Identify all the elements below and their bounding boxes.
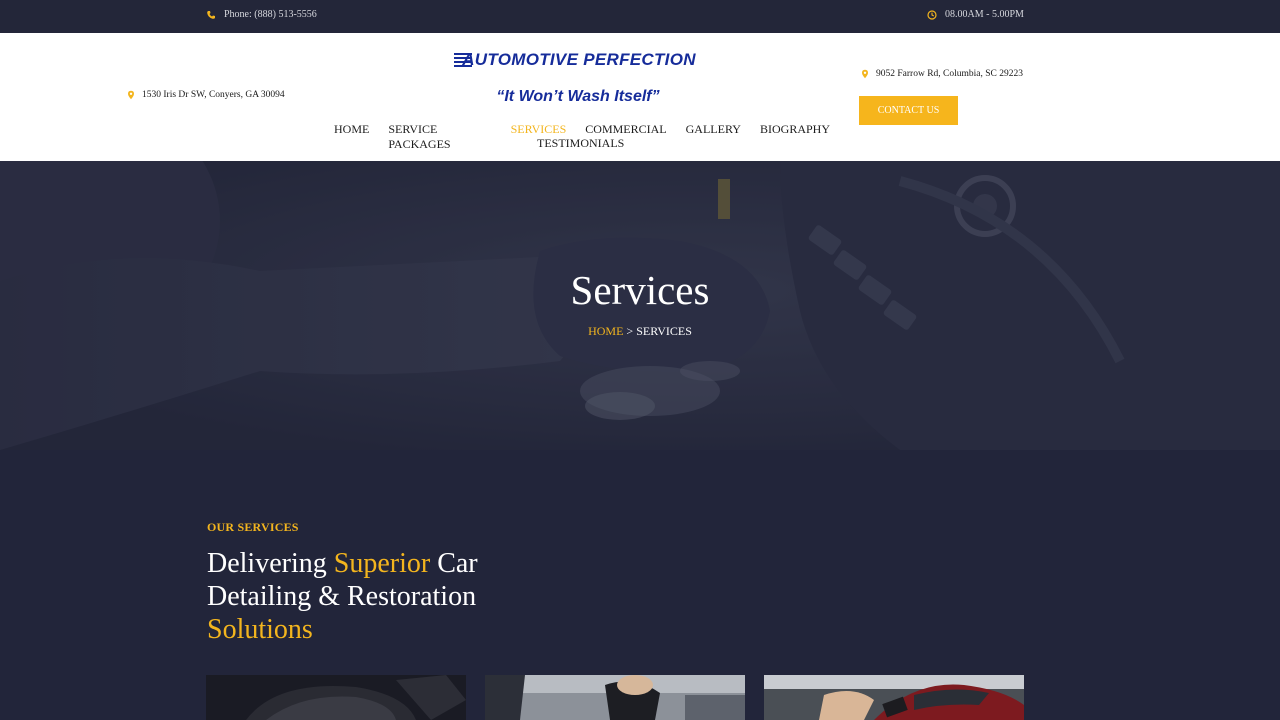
contact-us-button[interactable]: CONTACT US	[859, 96, 958, 125]
hero-banner: Services HOME > SERVICES	[0, 161, 1280, 450]
page-title: Services	[570, 267, 710, 313]
breadcrumb-current: SERVICES	[636, 324, 692, 338]
service-card-image	[764, 675, 1024, 720]
location-pin-icon	[126, 90, 136, 100]
phone-text: Phone: (888) 513-5556	[224, 9, 317, 20]
site-tagline: “It Won’t Wash Itself”	[496, 88, 660, 105]
breadcrumb: HOME > SERVICES	[0, 324, 1280, 339]
breadcrumb-separator: >	[623, 324, 637, 338]
logo-text: AUTOMOTIVE PERFECTION	[462, 50, 696, 69]
nav-testimonials[interactable]: TESTIMONIALS	[537, 136, 624, 151]
heading-highlight-1: Superior	[333, 548, 431, 579]
hours-info: 08.00AM - 5.00PM	[927, 9, 1024, 20]
phone-info[interactable]: Phone: (888) 513-5556	[206, 9, 317, 20]
address-right-text: 9052 Farrow Rd, Columbia, SC 29223	[876, 69, 1023, 79]
section-heading: Delivering Superior Car Detailing & Rest…	[207, 547, 527, 646]
hours-text: 08.00AM - 5.00PM	[945, 9, 1024, 20]
breadcrumb-home-link[interactable]: HOME	[588, 324, 623, 338]
heading-text-1: Delivering	[207, 548, 334, 579]
service-card-exterior[interactable]	[485, 675, 745, 720]
site-header: 1530 Iris Dr SW, Conyers, GA 30094 AUTOM…	[0, 33, 1280, 161]
nav-home[interactable]: HOME	[334, 122, 369, 152]
nav-gallery[interactable]: GALLERY	[686, 122, 741, 152]
section-eyebrow: OUR SERVICES	[207, 520, 299, 534]
nav-service-packages[interactable]: SERVICE PACKAGES	[388, 122, 491, 152]
main-nav: HOME SERVICE PACKAGES SERVICES COMMERCIA…	[330, 122, 830, 152]
top-bar: Phone: (888) 513-5556 08.00AM - 5.00PM	[0, 0, 1280, 33]
logo-speed-lines	[454, 53, 472, 67]
address-left: 1530 Iris Dr SW, Conyers, GA 30094	[126, 90, 285, 100]
heading-highlight-2: Solutions	[207, 614, 313, 645]
location-pin-icon	[860, 69, 870, 79]
address-right: 9052 Farrow Rd, Columbia, SC 29223	[860, 69, 1023, 79]
services-section: OUR SERVICES Delivering Superior Car Det…	[0, 450, 1280, 720]
service-card-paint-correction[interactable]	[764, 675, 1024, 720]
phone-icon	[206, 10, 216, 20]
clock-icon	[927, 9, 937, 20]
site-logo[interactable]: AUTOMOTIVE PERFECTION	[454, 46, 704, 74]
service-card-interior[interactable]	[206, 675, 466, 720]
service-card-image	[206, 675, 466, 720]
nav-biography[interactable]: BIOGRAPHY	[760, 122, 830, 152]
service-card-image	[485, 675, 745, 720]
address-left-text: 1530 Iris Dr SW, Conyers, GA 30094	[142, 90, 285, 100]
